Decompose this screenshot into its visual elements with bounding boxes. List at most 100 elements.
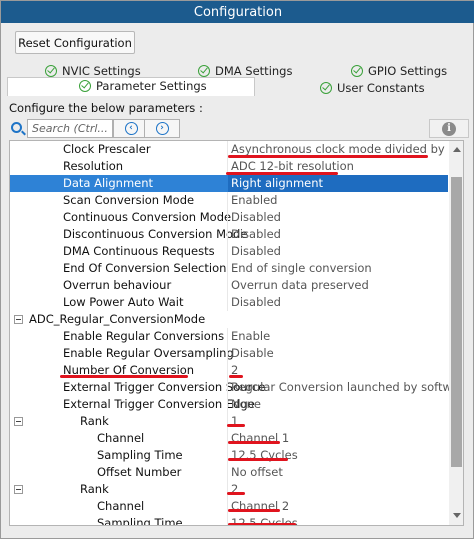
param-value[interactable]: 2 bbox=[231, 481, 238, 498]
collapse-icon[interactable] bbox=[14, 485, 23, 494]
param-row-selected[interactable]: Data Alignment Right alignment bbox=[10, 175, 448, 192]
column-divider bbox=[227, 294, 228, 311]
tab-label: Parameter Settings bbox=[96, 79, 207, 93]
param-row[interactable]: Channel Channel 2 bbox=[10, 498, 448, 515]
tab-nvic-settings[interactable]: NVIC Settings bbox=[45, 63, 141, 79]
group-name: ADC_Regular_ConversionMode bbox=[29, 312, 206, 326]
param-value[interactable]: Enabled bbox=[231, 192, 277, 209]
param-row[interactable]: Channel Channel 1 bbox=[10, 430, 448, 447]
tab-label: DMA Settings bbox=[215, 64, 293, 78]
param-name: DMA Continuous Requests bbox=[63, 244, 215, 258]
param-value[interactable]: Channel 1 bbox=[231, 430, 289, 447]
check-circle-icon bbox=[45, 65, 57, 77]
param-row[interactable]: Enable Regular Conversions Enable bbox=[10, 328, 448, 345]
param-row[interactable]: Low Power Auto Wait Disabled bbox=[10, 294, 448, 311]
param-value[interactable]: Overrun data preserved bbox=[231, 277, 369, 294]
param-name: Rank bbox=[80, 414, 109, 428]
window-title: Configuration bbox=[1, 1, 474, 23]
param-value[interactable]: End of single conversion bbox=[231, 260, 372, 277]
param-value[interactable]: Disabled bbox=[231, 294, 281, 311]
column-divider bbox=[227, 209, 228, 226]
param-row[interactable]: Continuous Conversion Mode Disabled bbox=[10, 209, 448, 226]
param-value[interactable]: 12.5 Cycles bbox=[231, 447, 298, 464]
param-value[interactable]: Disabled bbox=[231, 209, 281, 226]
collapse-icon[interactable] bbox=[14, 417, 23, 426]
param-row[interactable]: External Trigger Conversion Source Regul… bbox=[10, 379, 463, 396]
param-row[interactable]: DMA Continuous Requests Disabled bbox=[10, 243, 448, 260]
param-row[interactable]: Sampling Time 12.5 Cycles bbox=[10, 447, 448, 464]
column-divider bbox=[227, 379, 228, 396]
tab-parameter-settings[interactable]: Parameter Settings bbox=[79, 78, 207, 94]
column-divider bbox=[227, 447, 228, 464]
column-divider bbox=[227, 430, 228, 447]
param-row[interactable]: Offset Number No offset bbox=[10, 464, 448, 481]
param-value[interactable]: Disabled bbox=[231, 226, 281, 243]
column-divider bbox=[227, 413, 228, 430]
annotation-underline bbox=[227, 424, 245, 427]
param-name: Resolution bbox=[63, 159, 124, 173]
info-button[interactable]: i bbox=[429, 119, 469, 138]
column-divider bbox=[227, 226, 228, 243]
param-row[interactable]: Discontinuous Conversion Mode Disabled bbox=[10, 226, 448, 243]
chevron-right-icon: › bbox=[155, 122, 169, 135]
param-value[interactable]: None bbox=[231, 396, 261, 413]
column-divider bbox=[227, 277, 228, 294]
param-value[interactable]: Disabled bbox=[231, 243, 281, 260]
tab-user-constants[interactable]: User Constants bbox=[320, 80, 425, 96]
param-name: Discontinuous Conversion Mode bbox=[63, 227, 248, 241]
search-icon[interactable] bbox=[11, 122, 22, 133]
info-icon: i bbox=[442, 121, 456, 136]
scroll-up-icon[interactable] bbox=[453, 147, 461, 152]
param-name: Channel bbox=[97, 431, 145, 445]
param-value[interactable]: Enable bbox=[231, 328, 270, 345]
param-name: Clock Prescaler bbox=[63, 142, 151, 156]
param-value[interactable]: Right alignment bbox=[228, 175, 448, 192]
param-name: Sampling Time bbox=[97, 448, 183, 462]
search-toolbar: ‹ › i bbox=[7, 119, 469, 139]
param-row[interactable]: End Of Conversion Selection End of singl… bbox=[10, 260, 448, 277]
param-name: Rank bbox=[80, 482, 109, 496]
rank-row[interactable]: Rank 1 bbox=[10, 413, 448, 430]
param-name: Continuous Conversion Mode bbox=[63, 210, 232, 224]
param-row[interactable]: Enable Regular Oversampling Disable bbox=[10, 345, 448, 362]
rank-row[interactable]: Rank 2 bbox=[10, 481, 448, 498]
tab-label: NVIC Settings bbox=[62, 64, 141, 78]
annotation-underline bbox=[228, 441, 280, 444]
annotation-underline bbox=[226, 172, 338, 175]
param-row[interactable]: Overrun behaviour Overrun data preserved bbox=[10, 277, 448, 294]
annotation-underline bbox=[60, 375, 188, 378]
check-circle-icon bbox=[198, 65, 210, 77]
chevron-left-icon: ‹ bbox=[124, 122, 138, 135]
param-value[interactable]: No offset bbox=[231, 464, 283, 481]
column-divider bbox=[227, 345, 228, 362]
scroll-down-icon[interactable] bbox=[453, 513, 461, 518]
column-divider bbox=[227, 498, 228, 515]
param-name: Enable Regular Oversampling bbox=[63, 346, 234, 360]
param-value[interactable]: Channel 2 bbox=[231, 498, 289, 515]
column-divider bbox=[227, 481, 228, 498]
annotation-underline bbox=[228, 523, 296, 525]
check-circle-icon bbox=[320, 82, 332, 94]
param-row[interactable]: External Trigger Conversion Edge None bbox=[10, 396, 448, 413]
param-name: External Trigger Conversion Edge bbox=[63, 397, 255, 411]
search-next-button[interactable]: › bbox=[144, 119, 180, 138]
param-value[interactable]: 1 bbox=[231, 413, 238, 430]
group-row-regular-conversion[interactable]: ADC_Regular_ConversionMode bbox=[10, 311, 448, 328]
collapse-icon[interactable] bbox=[14, 315, 23, 324]
param-name: Overrun behaviour bbox=[63, 278, 172, 292]
param-value[interactable]: Regular Conversion launched by software bbox=[231, 379, 463, 396]
annotation-underline bbox=[228, 458, 288, 461]
parameter-grid: Clock Prescaler Asynchronous clock mode … bbox=[9, 140, 464, 526]
tab-dma-settings[interactable]: DMA Settings bbox=[198, 63, 292, 79]
scrollbar-thumb[interactable] bbox=[451, 177, 462, 467]
param-name: End Of Conversion Selection bbox=[63, 261, 227, 275]
param-row[interactable]: Scan Conversion Mode Enabled bbox=[10, 192, 448, 209]
search-input[interactable] bbox=[27, 119, 113, 138]
param-name: Enable Regular Conversions bbox=[63, 329, 225, 343]
tab-label: User Constants bbox=[337, 81, 425, 95]
column-divider bbox=[227, 328, 228, 345]
tab-gpio-settings[interactable]: GPIO Settings bbox=[351, 63, 447, 79]
tab-label: GPIO Settings bbox=[368, 64, 448, 78]
reset-configuration-button[interactable]: Reset Configuration bbox=[15, 31, 135, 54]
param-value[interactable]: Disable bbox=[231, 345, 274, 362]
